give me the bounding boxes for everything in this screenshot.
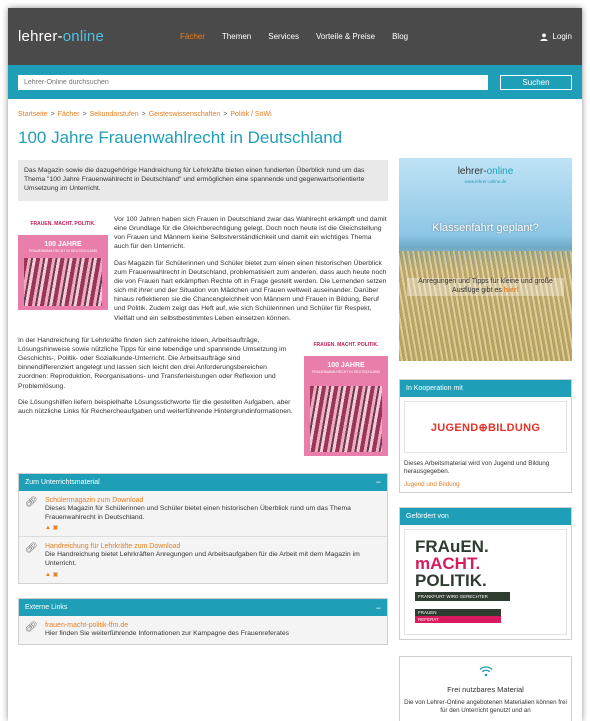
- collapse-icon[interactable]: −: [376, 477, 381, 487]
- external-link[interactable]: frauen-macht-politik-ffm.de: [45, 622, 381, 629]
- login-button[interactable]: Login: [540, 32, 572, 41]
- materials-header-label: Zum Unterrichtsmaterial: [25, 478, 100, 486]
- cover-title-2: 100 JAHRE: [327, 361, 365, 369]
- list-item: 🔗︎ Handreichung für Lehrkräfte zum Downl…: [19, 537, 387, 584]
- fmp-tagline: FRANKFURT WIRD GERECHTER: [415, 592, 510, 602]
- funded-header: Gefördert von: [400, 508, 571, 526]
- ad-url: www.lehrer-online.de: [464, 179, 507, 184]
- download-icon[interactable]: ▲ ▣: [45, 524, 381, 531]
- material-description: Die Handreichung bietet Lehrkräften Anre…: [45, 551, 360, 568]
- cover-subtitle-2: FRAUENWAHLRECHT IN DEUTSCHLAND: [311, 369, 381, 374]
- cooperation-text: Dieses Arbeitsmaterial wird von Jugend u…: [404, 460, 550, 476]
- free-material-box: Frei nutzbares Material Die von Lehrer-O…: [399, 656, 572, 721]
- advertisement-banner[interactable]: lehrer-online www.lehrer-online.de Klass…: [399, 158, 572, 361]
- breadcrumb-geisteswissenschaften[interactable]: Geisteswissenschaften: [149, 111, 221, 118]
- nav-item-faecher[interactable]: Fächer: [180, 32, 205, 41]
- fmp-referat-2: REFERAT: [415, 616, 501, 624]
- fmp-line-3: POLITIK.: [415, 571, 487, 591]
- breadcrumb-politik-sowi[interactable]: Politik / SoWi: [230, 111, 271, 118]
- free-material-text: Die von Lehrer-Online angebotenen Materi…: [404, 699, 567, 715]
- page: lehrer-online Fächer Themen Services Vor…: [8, 8, 582, 721]
- sidebar: lehrer-online www.lehrer-online.de Klass…: [399, 99, 572, 721]
- link-icon: 🔗︎: [25, 543, 38, 555]
- link-icon: 🔗︎: [25, 622, 38, 634]
- cover-title: 100 JAHRE: [44, 240, 82, 248]
- breadcrumb: Startseite > Fächer > Sekundarstufen > Geistes…: [18, 111, 272, 118]
- ad-logo-text: lehrer-: [457, 166, 487, 177]
- collapse-icon[interactable]: −: [376, 603, 381, 613]
- list-item: 🔗︎ Schülermagazin zum Download Dieses Ma…: [19, 490, 387, 538]
- download-icon[interactable]: ▲ ▣: [45, 571, 381, 578]
- intro-text: Das Magazin sowie die dazugehörige Handr…: [18, 160, 388, 201]
- material-description: Dieses Magazin für Schülerinnen und Schü…: [45, 504, 351, 521]
- ad-headline: Klassenfahrt geplant?: [432, 222, 539, 234]
- link-icon: 🔗︎: [25, 496, 38, 508]
- frauen-macht-politik-logo[interactable]: FRAuEN. mACHT. POLITIK. FRANKFURT WIRD G…: [404, 529, 567, 636]
- search-input[interactable]: [18, 74, 488, 90]
- coop-logo-text: JUGEND⊕BILDUNG: [430, 421, 541, 434]
- fmp-line-2: mACHT.: [415, 554, 481, 574]
- nav-item-blog[interactable]: Blog: [392, 32, 408, 41]
- nav-item-themen[interactable]: Themen: [222, 32, 251, 41]
- cooperation-link[interactable]: Jugend und Bildung: [404, 481, 567, 488]
- external-links-section: Externe Links − 🔗︎ frauen-macht-politik-…: [18, 598, 388, 645]
- main-nav: Fächer Themen Services Vorteile & Preise…: [180, 32, 425, 41]
- main-column: Startseite > Fächer > Sekundarstufen > Geistes…: [18, 99, 388, 721]
- wifi-icon: [404, 665, 567, 680]
- search-bar: Suchen: [8, 65, 582, 99]
- materials-header[interactable]: Zum Unterrichtsmaterial −: [19, 473, 387, 491]
- top-navigation: lehrer-online Fächer Themen Services Vor…: [8, 8, 582, 65]
- ad-logo: lehrer-online: [399, 166, 572, 177]
- breadcrumb-sekundarstufen[interactable]: Sekundarstufen: [90, 111, 139, 118]
- page-title: 100 Jahre Frauenwahlrecht in Deutschland: [18, 128, 343, 147]
- materials-section: Zum Unterrichtsmaterial − 🔗︎ Schülermaga…: [18, 472, 388, 585]
- fmp-referat-1: FRAUEN: [415, 609, 501, 617]
- logo-text: lehrer-: [18, 28, 63, 45]
- nav-item-services[interactable]: Services: [268, 32, 299, 41]
- magazine-cover-image[interactable]: FRAUEN. MACHT. POLITIK. 100 JAHRE FRAUEN…: [18, 214, 108, 310]
- search-button[interactable]: Suchen: [500, 74, 572, 90]
- cooperation-box: In Kooperation mit JUGEND⊕BILDUNG Dieses…: [399, 379, 572, 494]
- handreichung-cover-image[interactable]: FRAUEN. MACHT. POLITIK. 100 JAHRE FRAUEN…: [304, 335, 388, 456]
- cover-logo: FRAUEN. MACHT. POLITIK.: [30, 221, 96, 228]
- fmp-line-1: FRAuEN.: [415, 537, 489, 557]
- ad-text: Anregungen und Tipps für kleine und groß…: [407, 278, 564, 296]
- list-item: 🔗︎ frauen-macht-politik-ffm.de Hier find…: [19, 616, 387, 644]
- cover-logo-2: FRAUEN. MACHT. POLITIK.: [313, 342, 379, 349]
- material-link[interactable]: Schülermagazin zum Download: [45, 497, 381, 504]
- cover-subtitle: FRAUENWAHLRECHT IN DEUTSCHLAND: [28, 248, 98, 253]
- funded-box: Gefördert von FRAuEN. mACHT. POLITIK. FR…: [399, 507, 572, 641]
- external-links-header[interactable]: Externe Links −: [19, 599, 387, 617]
- breadcrumb-faecher[interactable]: Fächer: [58, 111, 80, 118]
- ad-text-body: Anregungen und Tipps für kleine und groß…: [418, 278, 553, 294]
- external-links-header-label: Externe Links: [25, 604, 68, 612]
- logo-text-accent: online: [62, 28, 104, 45]
- login-label: Login: [552, 32, 572, 41]
- nav-item-vorteile-preise[interactable]: Vorteile & Preise: [316, 32, 375, 41]
- cooperation-header: In Kooperation mit: [400, 380, 571, 397]
- material-link[interactable]: Handreichung für Lehrkräfte zum Download: [45, 543, 381, 550]
- ad-logo-accent: online: [486, 166, 514, 177]
- free-material-title: Frei nutzbares Material: [447, 685, 524, 695]
- ad-link[interactable]: hier!: [504, 287, 519, 294]
- jugend-bildung-logo[interactable]: JUGEND⊕BILDUNG: [404, 401, 567, 453]
- external-link-description: Hier finden Sie weiterführende Informati…: [45, 630, 290, 638]
- content-area: Startseite > Fächer > Sekundarstufen > Geistes…: [8, 99, 582, 721]
- user-icon: [540, 33, 549, 41]
- breadcrumb-startseite[interactable]: Startseite: [18, 111, 48, 118]
- site-logo[interactable]: lehrer-online: [18, 28, 178, 45]
